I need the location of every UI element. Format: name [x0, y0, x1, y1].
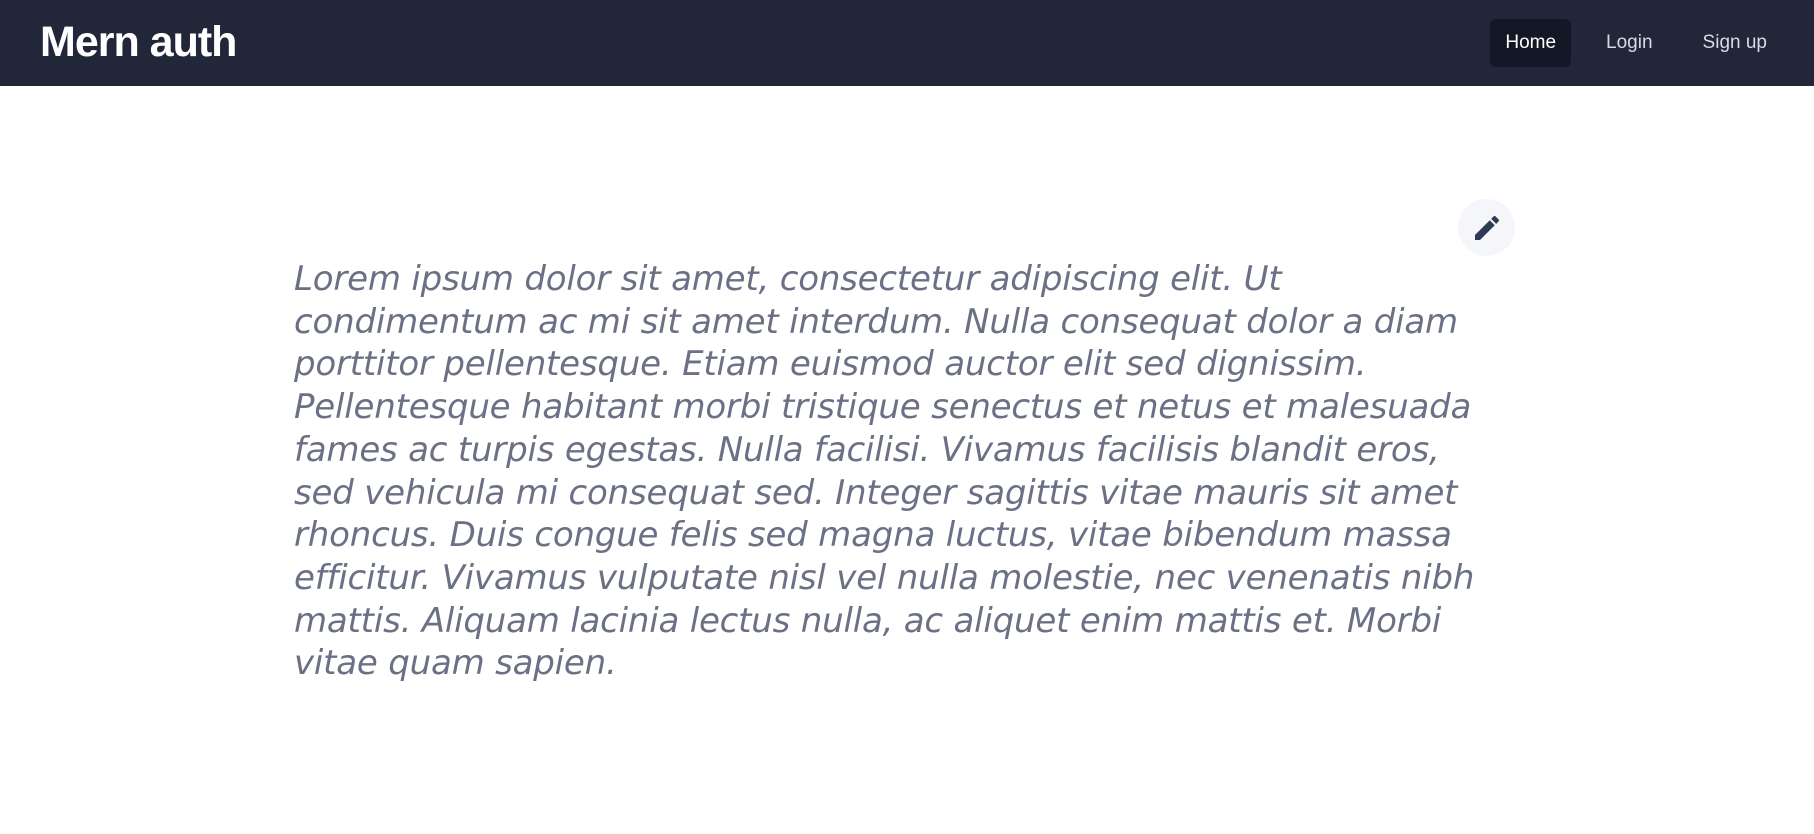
body-paragraph: Lorem ipsum dolor sit amet, consectetur …: [294, 259, 1475, 684]
nav-links: Home Login Sign up: [1490, 18, 1782, 68]
nav-login-link[interactable]: Login: [1591, 19, 1668, 68]
nav-signup-link[interactable]: Sign up: [1688, 19, 1782, 68]
main-content: Lorem ipsum dolor sit amet, consectetur …: [294, 198, 1516, 685]
brand-logo[interactable]: Mern auth: [40, 20, 237, 64]
nav-home-link[interactable]: Home: [1490, 18, 1572, 68]
top-navbar: Mern auth Home Login Sign up: [0, 0, 1814, 86]
